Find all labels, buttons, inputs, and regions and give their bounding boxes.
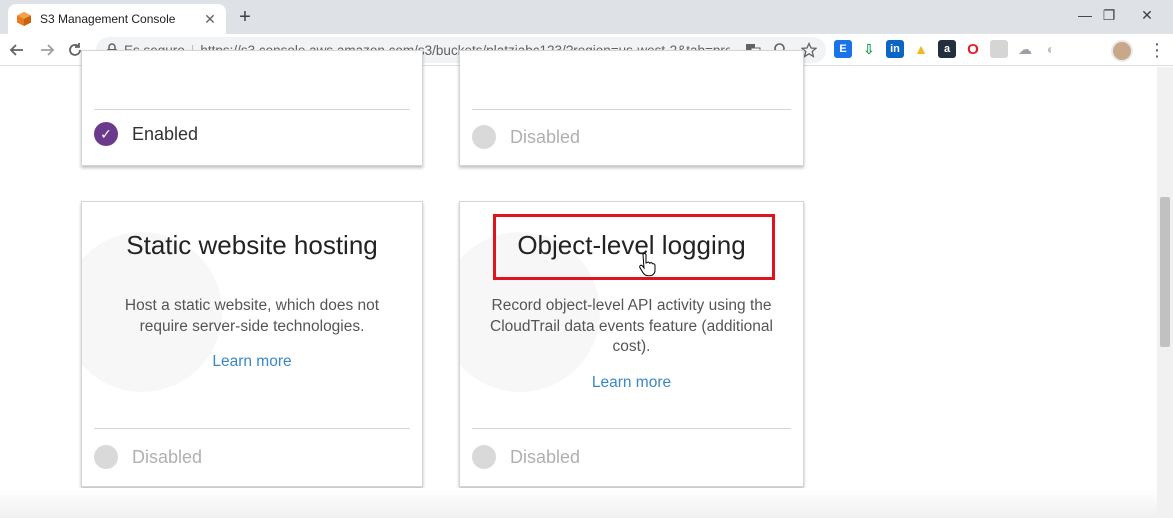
card-divider	[472, 428, 791, 429]
extension-doc-icon[interactable]	[990, 40, 1008, 58]
profile-avatar[interactable]	[1111, 40, 1133, 62]
card-divider	[94, 109, 410, 110]
status-label: Disabled	[132, 446, 203, 467]
status-label: Disabled	[510, 126, 581, 147]
disabled-radio-icon	[94, 445, 118, 469]
browser-tab[interactable]: S3 Management Console ✕	[8, 4, 226, 34]
window-close-button[interactable]: ✕	[1125, 0, 1169, 30]
card-title: Static website hosting	[126, 230, 378, 260]
learn-more-link[interactable]: Learn more	[460, 374, 803, 392]
page-scrollbar[interactable]	[1157, 67, 1173, 518]
learn-more-link[interactable]: Learn more	[82, 353, 422, 371]
extensions-bar: E ⇩ in ▲ a O ☁ ◐	[834, 40, 1060, 58]
card-divider	[94, 428, 410, 429]
hand-cursor-icon	[639, 253, 656, 277]
linkedin-icon[interactable]: in	[886, 40, 904, 58]
property-card-static-website-hosting[interactable]: Static website hosting Host a static web…	[81, 201, 423, 487]
status-label: Enabled	[132, 123, 199, 144]
back-icon[interactable]	[6, 39, 28, 61]
card-status[interactable]: Disabled	[94, 445, 202, 469]
extension-download-icon[interactable]: ⇩	[860, 40, 878, 58]
new-tab-button[interactable]: +	[234, 7, 256, 29]
scrollbar-thumb[interactable]	[1160, 197, 1170, 347]
opera-icon[interactable]: O	[964, 40, 982, 58]
extension-triangle-icon[interactable]: ▲	[912, 40, 930, 58]
card-divider	[472, 109, 791, 110]
disabled-radio-icon	[472, 445, 496, 469]
extension-cloud-icon[interactable]: ☁	[1016, 40, 1034, 58]
extension-e-icon[interactable]: E	[834, 40, 852, 58]
bottom-fade	[0, 488, 1157, 518]
forward-icon[interactable]	[36, 39, 58, 61]
property-card-top-right[interactable]: Disabled	[459, 50, 804, 166]
card-status[interactable]: Disabled	[472, 445, 580, 469]
card-status[interactable]: ✓ Enabled	[94, 122, 198, 146]
amazon-icon[interactable]: a	[938, 40, 956, 58]
tab-title: S3 Management Console	[40, 12, 176, 26]
disabled-radio-icon	[472, 125, 496, 149]
enabled-check-icon: ✓	[94, 122, 118, 146]
card-description: Record object-level API activity using t…	[490, 297, 773, 355]
tab-close-icon[interactable]: ✕	[202, 11, 218, 27]
highlight-annotation	[493, 214, 775, 280]
extension-circle-icon[interactable]: ◐	[1042, 40, 1060, 58]
browser-titlebar: S3 Management Console ✕ + — ❐ ✕	[0, 0, 1173, 34]
browser-menu-icon[interactable]: ⋮	[1148, 40, 1166, 60]
card-description: Host a static website, which does not re…	[124, 297, 380, 335]
property-card-versioning[interactable]: ✓ Enabled	[81, 50, 423, 166]
card-status[interactable]: Disabled	[472, 125, 580, 149]
status-label: Disabled	[510, 446, 581, 467]
aws-s3-favicon-icon	[17, 12, 31, 26]
